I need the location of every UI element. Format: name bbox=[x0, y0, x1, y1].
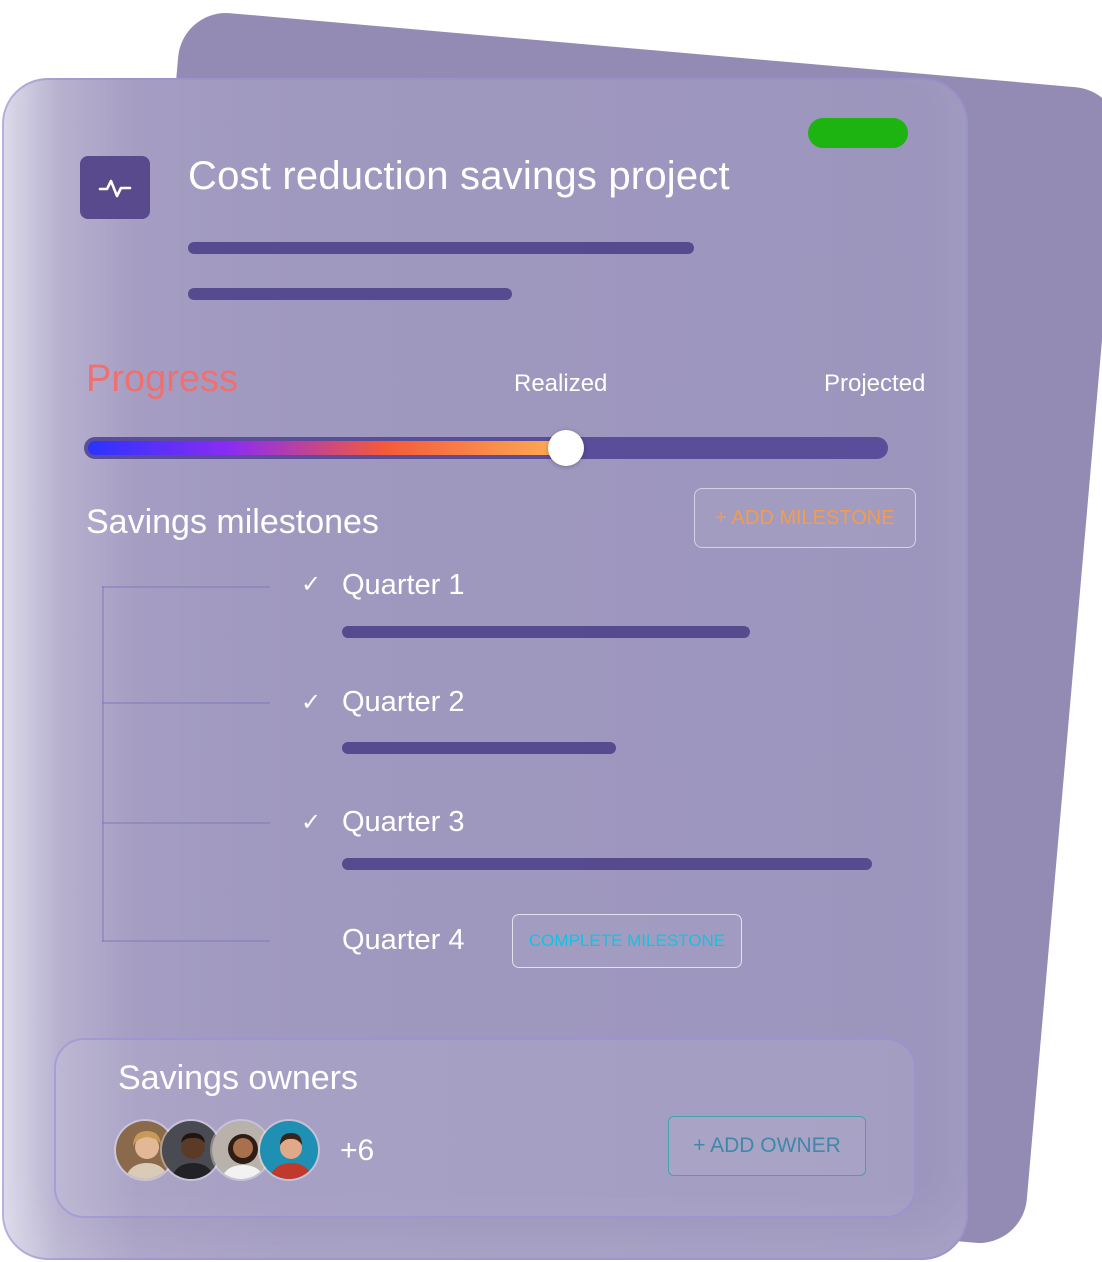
milestones-title: Savings milestones bbox=[86, 503, 379, 541]
add-owner-button[interactable]: + ADD OWNER bbox=[668, 1116, 866, 1176]
check-icon: ✓ bbox=[301, 689, 322, 716]
milestone-placeholder-line bbox=[342, 858, 872, 870]
milestone-placeholder-line bbox=[342, 742, 616, 754]
extra-owners-count: +6 bbox=[340, 1134, 375, 1167]
realized-label: Realized bbox=[514, 370, 608, 397]
milestone-tree-branch bbox=[102, 702, 270, 704]
milestone-tree-line bbox=[102, 586, 104, 942]
activity-icon bbox=[80, 156, 150, 219]
complete-milestone-button[interactable]: COMPLETE MILESTONE bbox=[512, 914, 742, 968]
progress-fill bbox=[88, 441, 567, 455]
milestone-label: Quarter 2 bbox=[342, 686, 465, 718]
milestone-label: Quarter 4 bbox=[342, 924, 465, 956]
status-indicator bbox=[808, 118, 908, 148]
check-icon: ✓ bbox=[301, 571, 322, 598]
description-placeholder-line bbox=[188, 288, 512, 300]
stage: Cost reduction savings project Progress … bbox=[0, 0, 1102, 1262]
milestone-label: Quarter 3 bbox=[342, 806, 465, 838]
owners-title: Savings owners bbox=[118, 1059, 359, 1097]
milestone-label: Quarter 1 bbox=[342, 569, 465, 601]
owner-avatar[interactable] bbox=[258, 1119, 320, 1181]
milestone-tree-branch bbox=[102, 940, 270, 942]
description-placeholder-line bbox=[188, 242, 694, 254]
add-milestone-button[interactable]: + ADD MILESTONE bbox=[694, 488, 916, 548]
milestone-tree-branch bbox=[102, 822, 270, 824]
milestone-tree-branch bbox=[102, 586, 270, 588]
check-icon: ✓ bbox=[301, 809, 322, 836]
project-title: Cost reduction savings project bbox=[188, 154, 730, 198]
progress-bar[interactable] bbox=[84, 430, 888, 466]
milestone-placeholder-line bbox=[342, 626, 750, 638]
projected-label: Projected bbox=[824, 370, 926, 397]
progress-label: Progress bbox=[86, 358, 239, 400]
